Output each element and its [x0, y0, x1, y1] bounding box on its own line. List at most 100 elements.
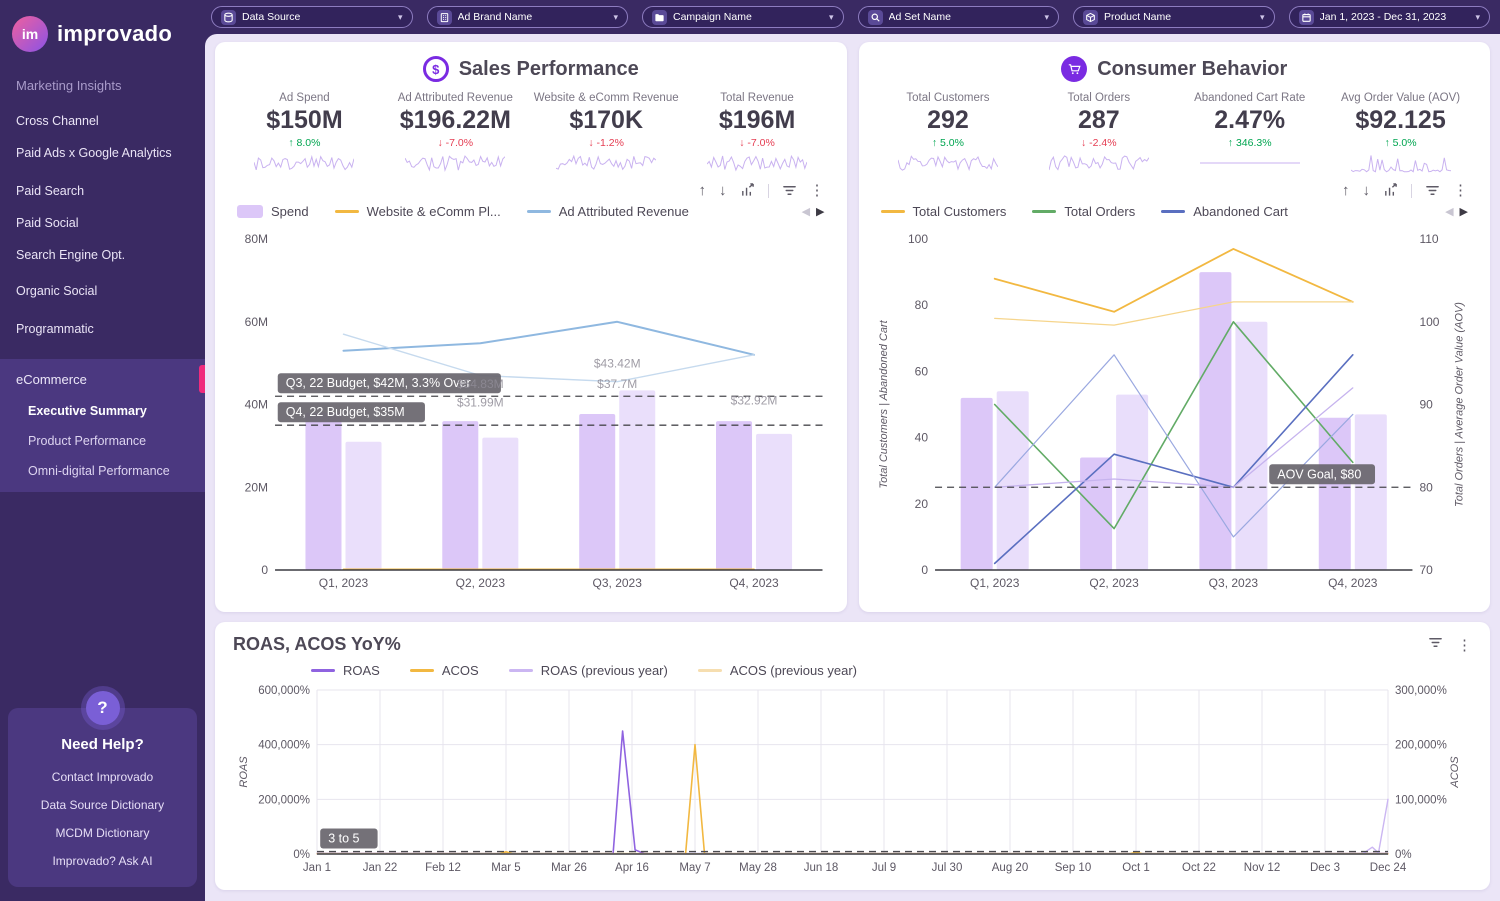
date-range-picker[interactable]: Jan 1, 2023 - Dec 31, 2023 ▾ [1289, 6, 1491, 28]
kpi-total-revenue: Total Revenue $196M ↓ -7.0% [682, 92, 833, 179]
roas-chart: 3 to 50%200,000%400,000%600,000%0%100,00… [231, 682, 1474, 888]
sparkline [707, 152, 807, 174]
more-options-icon[interactable]: ⋮ [1457, 636, 1472, 654]
sidebar-item-programmatic[interactable]: Programmatic [0, 313, 205, 345]
help-title: Need Help? [16, 736, 189, 753]
sidebar-item-paid-ads-google-analytics[interactable]: Paid Ads x Google Analytics [0, 137, 205, 169]
more-options-icon[interactable]: ⋮ [1453, 183, 1468, 198]
legend-prev-icon[interactable]: ◀ [802, 205, 810, 218]
sparkline [1049, 152, 1149, 174]
legend-item-roas: ROAS [311, 663, 380, 678]
svg-text:90: 90 [1419, 398, 1433, 412]
filter-ad-set-name[interactable]: Ad Set Name ▾ [858, 6, 1060, 28]
sidebar: im improvado Marketing Insights Cross Ch… [0, 0, 205, 901]
svg-text:70: 70 [1419, 563, 1433, 577]
svg-text:Apr 16: Apr 16 [615, 862, 649, 874]
legend-item-total-orders: Total Orders [1032, 204, 1135, 219]
help-panel: ? Need Help? Contact Improvado Data Sour… [8, 708, 197, 887]
sidebar-item-ecommerce[interactable]: eCommerce [0, 363, 205, 396]
sidebar-item-search-engine-opt[interactable]: Search Engine Opt. [0, 239, 205, 271]
sidebar-item-paid-search[interactable]: Paid Search [0, 175, 205, 207]
chart-export-icon[interactable] [1383, 183, 1398, 198]
database-icon [221, 10, 236, 25]
card-title: Sales Performance [459, 58, 639, 81]
kpi-label: Ad Spend [229, 92, 380, 104]
svg-text:Sep 10: Sep 10 [1055, 862, 1091, 874]
sidebar-item-product-performance[interactable]: Product Performance [0, 426, 205, 456]
help-link-ask-ai[interactable]: Improvado? Ask AI [16, 847, 189, 875]
sidebar-item-paid-social[interactable]: Paid Social [0, 207, 205, 239]
svg-text:80: 80 [1419, 480, 1433, 494]
svg-text:40: 40 [914, 431, 928, 445]
kpi-delta: ↑ 5.0% [873, 137, 1024, 149]
filter-label: Ad Brand Name [458, 11, 608, 23]
sidebar-item-organic-social[interactable]: Organic Social [0, 275, 205, 307]
filter-ad-brand-name[interactable]: Ad Brand Name ▾ [427, 6, 629, 28]
roas-acos-card: ROAS, ACOS YoY% ⋮ ROAS ACOS ROAS (previ [215, 622, 1490, 890]
kpi-abandoned-cart-rate: Abandoned Cart Rate 2.47% ↑ 346.3% [1174, 92, 1325, 179]
kpi-delta: ↑ 346.3% [1174, 137, 1325, 149]
sidebar-item-omni-digital-performance[interactable]: Omni-digital Performance [0, 456, 205, 486]
kpi-value: $150M [229, 106, 380, 135]
legend-swatch [237, 205, 263, 218]
svg-text:Q4, 22 Budget, $35M: Q4, 22 Budget, $35M [286, 405, 405, 419]
svg-text:Jun 18: Jun 18 [804, 862, 839, 874]
svg-text:Q1, 2023: Q1, 2023 [970, 576, 1020, 590]
svg-text:0%: 0% [1395, 849, 1412, 861]
filter-product-name[interactable]: Product Name ▾ [1073, 6, 1275, 28]
legend-next-icon[interactable]: ▶ [1460, 205, 1468, 218]
svg-text:Oct 22: Oct 22 [1182, 862, 1216, 874]
question-icon[interactable]: ? [86, 691, 120, 725]
cube-icon [1083, 10, 1098, 25]
kpi-label: Website & eComm Revenue [531, 92, 682, 104]
svg-text:Dec 3: Dec 3 [1310, 862, 1340, 874]
kpi-total-orders: Total Orders 287 ↓ -2.4% [1023, 92, 1174, 179]
brand-name: improvado [57, 21, 172, 47]
delta-arrow-icon: ↓ [739, 137, 744, 149]
filter-data-source[interactable]: Data Source ▾ [211, 6, 413, 28]
sidebar-item-cross-channel[interactable]: Cross Channel [0, 105, 205, 137]
sales-chart: Q3, 22 Budget, $42M, 3.3% OverQ4, 22 Bud… [229, 225, 833, 606]
legend-prev-icon[interactable]: ◀ [1445, 205, 1453, 218]
svg-text:200,000%: 200,000% [1395, 740, 1447, 752]
chart-toolbar: ↑ ↓ ⋮ [229, 179, 833, 202]
active-section-indicator [199, 365, 205, 393]
sort-desc-icon[interactable]: ↓ [1363, 183, 1371, 198]
help-link-mcdm-dictionary[interactable]: MCDM Dictionary [16, 819, 189, 847]
sidebar-item-executive-summary[interactable]: Executive Summary [0, 396, 205, 426]
svg-text:300,000%: 300,000% [1395, 685, 1447, 697]
svg-text:AOV Goal, $80: AOV Goal, $80 [1277, 467, 1361, 481]
improvado-logo[interactable]: im improvado [0, 0, 205, 76]
svg-text:80: 80 [914, 298, 928, 312]
legend-swatch [1161, 210, 1185, 213]
help-link-contact[interactable]: Contact Improvado [16, 763, 189, 791]
legend-label: Spend [271, 204, 309, 219]
kpi-delta: ↑ 5.0% [1325, 137, 1476, 149]
svg-text:Q4, 2023: Q4, 2023 [729, 576, 779, 590]
svg-text:Q3, 2023: Q3, 2023 [1208, 576, 1258, 590]
sparkline [1200, 152, 1300, 174]
kpi-delta: ↑ 8.0% [229, 137, 380, 149]
chevron-down-icon: ▾ [1044, 12, 1049, 23]
legend-next-icon[interactable]: ▶ [816, 205, 824, 218]
chart-export-icon[interactable] [740, 183, 755, 198]
filter-icon[interactable] [782, 183, 797, 198]
filter-icon[interactable] [1428, 635, 1443, 655]
chart-legend: Total Customers Total Orders Abandoned C… [873, 202, 1477, 225]
filter-campaign-name[interactable]: Campaign Name ▾ [642, 6, 844, 28]
sort-asc-icon[interactable]: ↑ [1342, 183, 1350, 198]
more-options-icon[interactable]: ⋮ [810, 183, 825, 198]
help-link-data-source-dictionary[interactable]: Data Source Dictionary [16, 791, 189, 819]
kpi-delta: ↓ -1.2% [531, 137, 682, 149]
svg-text:Jul 9: Jul 9 [872, 862, 896, 874]
svg-text:20: 20 [914, 497, 928, 511]
legend-label: Total Customers [913, 204, 1007, 219]
sort-asc-icon[interactable]: ↑ [699, 183, 707, 198]
kpi-ad-attributed-revenue: Ad Attributed Revenue $196.22M ↓ -7.0% [380, 92, 531, 179]
sort-desc-icon[interactable]: ↓ [719, 183, 727, 198]
filter-icon[interactable] [1425, 183, 1440, 198]
building-icon [437, 10, 452, 25]
svg-text:Aug 20: Aug 20 [992, 862, 1028, 874]
legend-label: ROAS [343, 663, 380, 678]
svg-text:100,000%: 100,000% [1395, 794, 1447, 806]
